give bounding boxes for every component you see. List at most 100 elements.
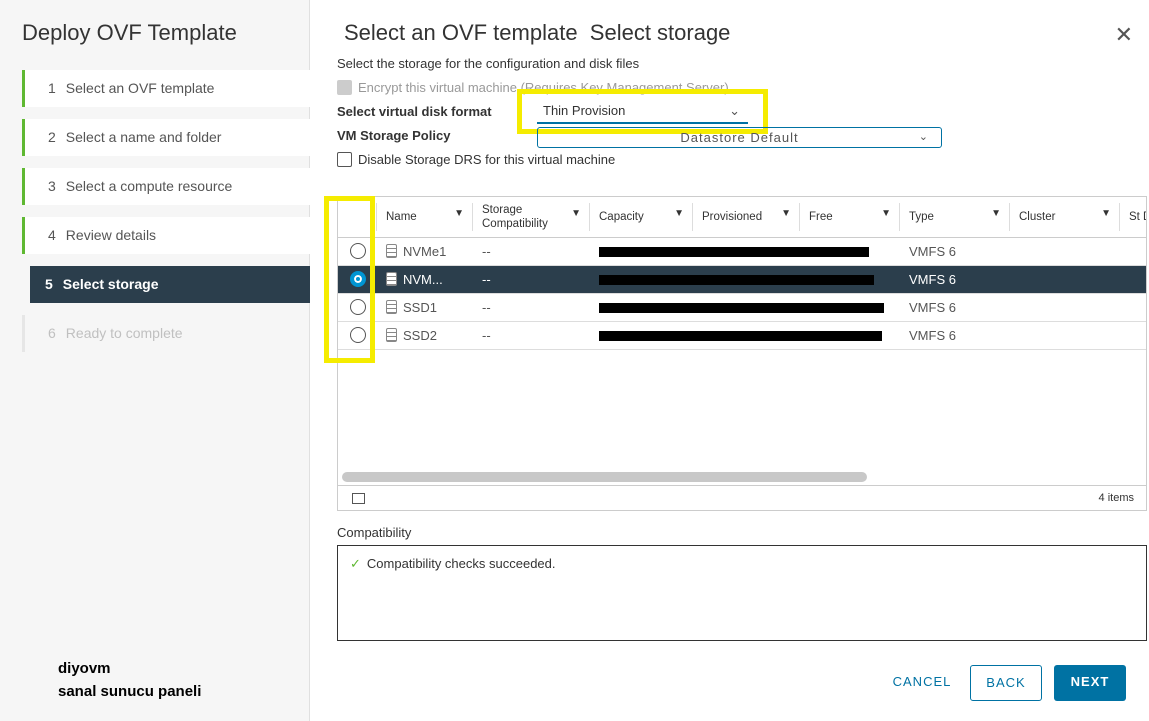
chevron-down-icon: ⌄ (918, 131, 929, 143)
col-more[interactable]: St D (1119, 197, 1146, 238)
cell-name: NVMe1 (376, 237, 472, 266)
step-label: Select storage (62, 276, 159, 292)
brand-text: diyovm sanal sunucu paneli (58, 657, 201, 703)
step-number: 3 (48, 178, 56, 194)
col-name[interactable]: Name ▼ (376, 197, 472, 238)
filter-icon[interactable]: ▼ (881, 207, 891, 221)
step-number: 1 (48, 80, 56, 96)
datastore-name: SSD1 (403, 299, 437, 315)
col-capacity[interactable]: Capacity ▼ (589, 197, 692, 238)
table-row[interactable]: NVMe1 -- VMFS 6 (338, 237, 1146, 266)
datastore-icon (386, 271, 397, 286)
redaction-bar (599, 247, 869, 258)
filter-icon[interactable]: ▼ (674, 207, 684, 221)
col-label: Capacity (599, 210, 644, 223)
item-count: 4 items (1098, 492, 1134, 504)
cell-name: SSD1 (376, 293, 472, 322)
cell-more (1119, 237, 1146, 266)
cell-type: VMFS 6 (899, 265, 1009, 294)
step-label: Ready to complete (65, 325, 183, 341)
brand-line-1: diyovm (58, 660, 111, 677)
cell-redacted (589, 265, 899, 294)
datastore-name: NVMe1 (403, 243, 447, 259)
col-cluster[interactable]: Cluster ▼ (1009, 197, 1119, 238)
filter-icon[interactable]: ▼ (1101, 207, 1111, 221)
step-label: Select a compute resource (65, 178, 233, 194)
filter-icon[interactable]: ▼ (781, 207, 791, 221)
col-label: Storage Compatibility (482, 203, 548, 230)
col-label: Free (809, 210, 833, 223)
datastore-icon (386, 299, 397, 314)
cell-cluster (1009, 265, 1119, 294)
step-number: 2 (48, 129, 56, 145)
step-2[interactable]: 2 Select a name and folder (22, 119, 310, 156)
column-toggle-icon[interactable] (352, 493, 365, 504)
step-3[interactable]: 3 Select a compute resource (22, 168, 310, 205)
cell-cluster (1009, 237, 1119, 266)
subtitle: Select the storage for the configuration… (337, 56, 640, 71)
filter-icon[interactable]: ▼ (991, 207, 1001, 221)
brand-line-2: sanal sunucu paneli (58, 683, 202, 700)
checkbox-icon (337, 80, 352, 95)
cancel-button[interactable]: CANCEL (877, 665, 967, 701)
page-title: Select an OVF template Select storage (344, 20, 731, 45)
cell-redacted (589, 237, 899, 266)
close-icon[interactable]: ✕ (1115, 22, 1133, 48)
redaction-bar (599, 275, 874, 286)
compatibility-box: ✓ Compatibility checks succeeded. (337, 545, 1147, 641)
cell-compat: -- (472, 237, 589, 266)
col-label: Cluster (1019, 210, 1056, 223)
col-free[interactable]: Free ▼ (799, 197, 899, 238)
cell-redacted (589, 321, 899, 350)
back-button[interactable]: BACK (970, 665, 1042, 701)
cell-cluster (1009, 293, 1119, 322)
step-4[interactable]: 4 Review details (22, 217, 310, 254)
wizard-steps: 1 Select an OVF template 2 Select a name a… (22, 70, 310, 364)
cell-more (1119, 265, 1146, 294)
highlight-box (324, 196, 375, 363)
cell-type: VMFS 6 (899, 237, 1009, 266)
table-row[interactable]: SSD1 -- VMFS 6 (338, 293, 1146, 322)
col-provisioned[interactable]: Provisioned ▼ (692, 197, 799, 238)
col-label: Type (909, 210, 934, 223)
step-5-current[interactable]: 5 Select storage (30, 266, 310, 303)
redaction-bar (599, 331, 882, 342)
filter-icon[interactable]: ▼ (571, 207, 581, 221)
table-row[interactable]: SSD2 -- VMFS 6 (338, 321, 1146, 350)
storage-grid: Name ▼ Storage Compatibility ▼ Capacity ▼ P… (337, 196, 1147, 511)
disk-format-label: Select virtual disk format (337, 104, 492, 119)
horizontal-scrollbar[interactable] (342, 472, 867, 482)
step-1[interactable]: 1 Select an OVF template (22, 70, 310, 107)
cell-more (1119, 293, 1146, 322)
step-label: Select a name and folder (65, 129, 222, 145)
cell-compat: -- (472, 321, 589, 350)
drs-label: Disable Storage DRS for this virtual mac… (358, 152, 616, 167)
compatibility-message: Compatibility checks succeeded. (366, 556, 556, 571)
next-button[interactable]: NEXT (1054, 665, 1126, 701)
step-label: Review details (65, 227, 157, 243)
cell-type: VMFS 6 (899, 293, 1009, 322)
col-type[interactable]: Type ▼ (899, 197, 1009, 238)
step-6: 6 Ready to complete (22, 315, 310, 352)
wizard-sidebar: Deploy OVF Template 1 Select an OVF templ… (0, 0, 310, 721)
col-compat[interactable]: Storage Compatibility ▼ (472, 197, 589, 238)
grid-footer: 4 items (338, 485, 1146, 510)
storage-policy-select[interactable]: Datastore Default ⌄ (537, 127, 942, 148)
cell-compat: -- (472, 293, 589, 322)
datastore-name: SSD2 (403, 327, 437, 343)
main-panel: Select an OVF template Select storage ✕ … (324, 0, 1149, 721)
filter-icon[interactable]: ▼ (454, 207, 464, 221)
checkbox-icon[interactable] (337, 152, 352, 167)
table-header: Name ▼ Storage Compatibility ▼ Capacity ▼ P… (338, 197, 1146, 238)
col-label: Provisioned (702, 210, 763, 223)
wizard-title: Deploy OVF Template (22, 20, 237, 45)
datastore-icon (386, 327, 397, 342)
check-icon: ✓ (350, 556, 361, 571)
cell-name: SSD2 (376, 321, 472, 350)
policy-value: Datastore Default (680, 130, 799, 145)
cell-name: NVM... (376, 265, 472, 294)
table-row[interactable]: NVM... -- VMFS 6 (338, 265, 1146, 294)
drs-checkbox[interactable]: Disable Storage DRS for this virtual mac… (337, 152, 615, 167)
datastore-icon (386, 243, 397, 258)
cell-redacted (589, 293, 899, 322)
